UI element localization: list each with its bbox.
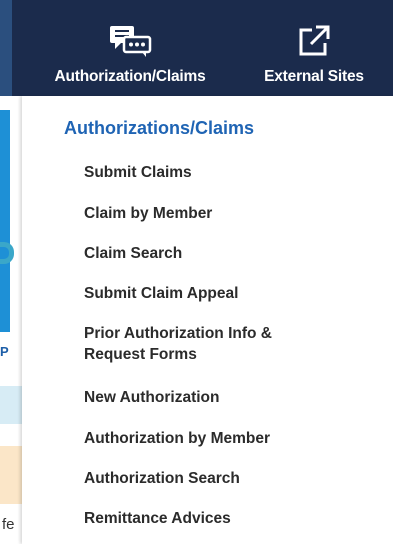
menu-item-submit-claims[interactable]: Submit Claims bbox=[84, 162, 192, 183]
nav-external-sites-label: External Sites bbox=[264, 68, 364, 85]
background-band-orange bbox=[0, 446, 22, 504]
background-band-blue bbox=[0, 386, 22, 424]
menu-item-authorization-by-member[interactable]: Authorization by Member bbox=[84, 428, 270, 449]
menu-item-submit-claim-appeal[interactable]: Submit Claim Appeal bbox=[84, 283, 238, 304]
menu-item-prior-authorization-line1: Prior Authorization Info & bbox=[84, 325, 272, 342]
nav-authorization-claims-label: Authorization/Claims bbox=[54, 68, 206, 85]
external-link-icon bbox=[297, 24, 331, 63]
menu-item-new-authorization[interactable]: New Authorization bbox=[84, 387, 219, 408]
background-panel bbox=[0, 110, 22, 332]
authorization-claims-dropdown-menu: Authorizations/Claims Submit Claims Clai… bbox=[22, 96, 393, 544]
chat-bubbles-icon bbox=[108, 24, 152, 63]
menu-item-prior-authorization[interactable]: Prior Authorization Info & Request Forms bbox=[84, 323, 272, 365]
menu-item-prior-authorization-line2: Request Forms bbox=[84, 346, 197, 363]
background-text-fragment: P bbox=[0, 344, 9, 359]
dropdown-heading[interactable]: Authorizations/Claims bbox=[64, 118, 254, 139]
menu-item-remittance-advices[interactable]: Remittance Advices bbox=[84, 508, 231, 529]
menu-item-claim-by-member[interactable]: Claim by Member bbox=[84, 203, 212, 224]
menu-item-authorization-search[interactable]: Authorization Search bbox=[84, 468, 240, 489]
nav-external-sites[interactable]: External Sites bbox=[244, 0, 384, 96]
background-text-fragment-bottom: fe bbox=[2, 516, 15, 533]
top-navigation-bar: Authorization/Claims External Sites bbox=[0, 0, 393, 96]
nav-authorization-claims[interactable]: Authorization/Claims bbox=[30, 0, 230, 96]
background-page-strip: P fe bbox=[0, 96, 22, 544]
menu-item-claim-search[interactable]: Claim Search bbox=[84, 243, 182, 264]
topbar-edge bbox=[0, 0, 12, 96]
